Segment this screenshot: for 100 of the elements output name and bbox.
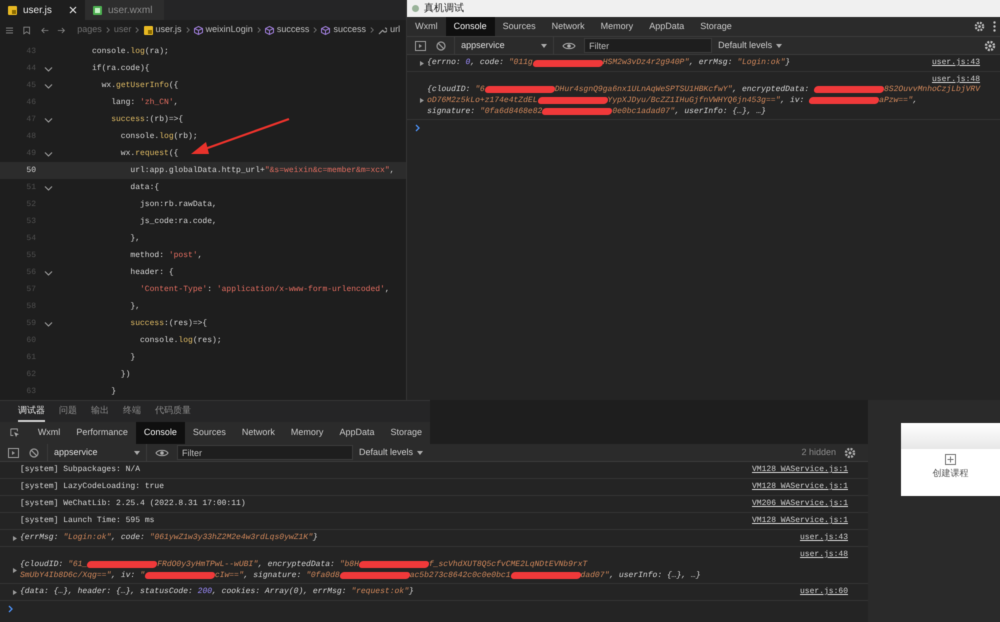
forward-arrow-icon[interactable] <box>57 26 66 34</box>
inspect-icon[interactable] <box>10 427 20 439</box>
devtools-tab[interactable]: Performance <box>68 422 136 444</box>
chevron-icon <box>186 26 190 34</box>
console-message: [system] WeChatLib: 2.25.4 (2022.8.31 17:00:11) <box>20 498 246 510</box>
filter-field[interactable]: Filter <box>584 38 712 53</box>
breadcrumb-item[interactable]: weixinLogin <box>194 23 253 37</box>
panel-tab[interactable]: 输出 <box>91 404 109 422</box>
file-tab[interactable]: user.js <box>0 0 85 20</box>
fold-chevron-icon[interactable] <box>44 270 53 276</box>
devtools-tab[interactable]: Storage <box>382 422 430 444</box>
chevron-icon <box>106 26 110 34</box>
expand-triangle-icon[interactable] <box>13 536 17 540</box>
devtools-tab[interactable]: AppData <box>331 422 382 444</box>
expand-triangle-icon[interactable] <box>420 98 424 103</box>
devtools-tab[interactable]: Console <box>136 422 185 444</box>
code-line: success:(rb)=>{ <box>110 114 184 126</box>
panel-tab[interactable]: 终端 <box>123 404 141 422</box>
console-message: [system] Launch Time: 595 ms <box>20 515 154 527</box>
fold-chevron-icon[interactable] <box>44 82 53 88</box>
wrench-icon <box>378 26 388 34</box>
menu-icon[interactable] <box>6 26 14 34</box>
sidebar-toggle-icon[interactable] <box>415 40 426 50</box>
settings-icon[interactable] <box>984 40 996 52</box>
context-dropdown[interactable]: appservice <box>454 37 554 54</box>
code-line: }, <box>129 232 140 244</box>
app-icon <box>411 4 420 13</box>
course-card[interactable]: 创建课程 <box>901 423 1000 496</box>
source-link[interactable]: VM206 WAService.js:1 <box>752 498 848 510</box>
code-line: 'Content-Type': 'application/x-www-form-urlencoded', <box>139 284 390 296</box>
code-line: method: 'post', <box>129 250 202 262</box>
devtools-tab[interactable]: Memory <box>282 422 332 444</box>
source-link[interactable]: user.js:48 <box>932 74 980 84</box>
code-line: console.log(rb); <box>120 130 198 142</box>
console-message: oD76M2z5kLo+z174e4tZdEL YypXJDyu/BcZZ1IHuGjfnVWHYQ6jn453g==", iv: aPzw==", <box>427 94 918 106</box>
fold-chevron-icon[interactable] <box>44 320 53 326</box>
devtools-tab[interactable]: Console <box>446 17 495 36</box>
devtools-tab[interactable]: Network <box>234 422 283 444</box>
settings-icon[interactable] <box>844 446 856 458</box>
console-message: [system] Subpackages: N/A <box>20 464 140 476</box>
source-link[interactable]: VM128 WAService.js:1 <box>752 481 848 493</box>
source-link[interactable]: user.js:48 <box>800 549 848 559</box>
chevron-icon <box>256 26 261 34</box>
context-dropdown[interactable]: appservice <box>47 444 147 461</box>
source-link[interactable]: user.js:60 <box>800 586 848 598</box>
devtools-tab[interactable]: Memory <box>592 17 642 36</box>
js-file-icon <box>144 26 153 34</box>
panel-tab[interactable]: 问题 <box>59 404 77 422</box>
settings-icon[interactable] <box>974 21 985 32</box>
devtools-tab[interactable]: Sources <box>494 17 544 36</box>
fold-chevron-icon[interactable] <box>44 150 53 156</box>
devtools-tab[interactable]: Storage <box>692 17 740 36</box>
file-tab[interactable]: user.wxml <box>85 0 164 20</box>
code-line: }, <box>129 300 140 312</box>
expand-triangle-icon[interactable] <box>420 60 424 66</box>
source-link[interactable]: VM128 WAService.js:1 <box>752 515 848 527</box>
file-icon <box>93 6 102 14</box>
code-line: url:app.globalData.http_url+"&s=weixin&c=member&m=xcx", <box>129 164 394 176</box>
devtools-tab[interactable]: Sources <box>184 422 234 444</box>
eye-icon[interactable] <box>562 40 576 50</box>
filter-field[interactable]: Filter <box>177 445 353 460</box>
sidebar-toggle-icon[interactable] <box>8 448 19 458</box>
panel-tab[interactable]: 代码质量 <box>155 404 191 422</box>
back-arrow-icon[interactable] <box>40 26 50 34</box>
devtools-tab[interactable]: Wxml <box>30 422 68 444</box>
fold-chevron-icon[interactable] <box>44 116 53 122</box>
chevron-icon <box>370 26 374 34</box>
fold-chevron-icon[interactable] <box>44 184 53 190</box>
console-message: {cloudID: "61_ FRdO0y3yHmTPwL--wUBI", encryptedData: "b8H f_scVhdXUT8Q5cfvCME2LqNDtEVNb9rxT <box>20 558 588 570</box>
devtools-tab[interactable]: AppData <box>641 17 692 36</box>
cube-icon <box>264 26 274 34</box>
breadcrumb-item[interactable]: url <box>378 23 400 37</box>
breadcrumb-item[interactable]: success <box>321 23 366 37</box>
source-link[interactable]: VM128 WAService.js:1 <box>752 464 848 476</box>
cube-icon <box>321 26 330 34</box>
levels-dropdown[interactable]: Default levels <box>359 446 424 460</box>
code-line: console.log(res); <box>139 334 222 346</box>
fold-chevron-icon[interactable] <box>44 66 53 72</box>
source-link[interactable]: user.js:43 <box>800 532 848 544</box>
cube-icon <box>194 26 203 34</box>
levels-dropdown[interactable]: Default levels <box>718 38 782 52</box>
clear-console-icon[interactable] <box>29 448 39 458</box>
code-line: js_code:ra.code, <box>139 216 217 228</box>
breadcrumb-item[interactable]: success <box>264 23 310 37</box>
breadcrumb-item[interactable]: user.js <box>144 23 182 37</box>
clear-console-icon[interactable] <box>436 40 446 50</box>
bookmark-icon[interactable] <box>23 26 31 34</box>
close-icon[interactable] <box>69 6 77 14</box>
chevron-icon <box>135 26 140 34</box>
expand-triangle-icon[interactable] <box>13 568 17 572</box>
console-message: signature: "0fa6d8468e82 0e0bc1adad07", userInfo: {…}, …} <box>427 106 766 118</box>
more-icon[interactable] <box>993 21 996 32</box>
source-link[interactable]: user.js:43 <box>932 57 980 69</box>
console-message: {errMsg: "Login:ok", code: "061ywZ1w3y33hZ2M2e4w3rdLqs0ywZ1K"} <box>20 532 318 544</box>
code-line: console.log(ra); <box>92 46 169 58</box>
eye-icon[interactable] <box>155 448 169 458</box>
devtools-tab[interactable]: Network <box>544 17 593 36</box>
expand-triangle-icon[interactable] <box>13 590 17 594</box>
plus-icon <box>945 454 956 465</box>
devtools-tab[interactable]: Wxml <box>407 17 446 36</box>
